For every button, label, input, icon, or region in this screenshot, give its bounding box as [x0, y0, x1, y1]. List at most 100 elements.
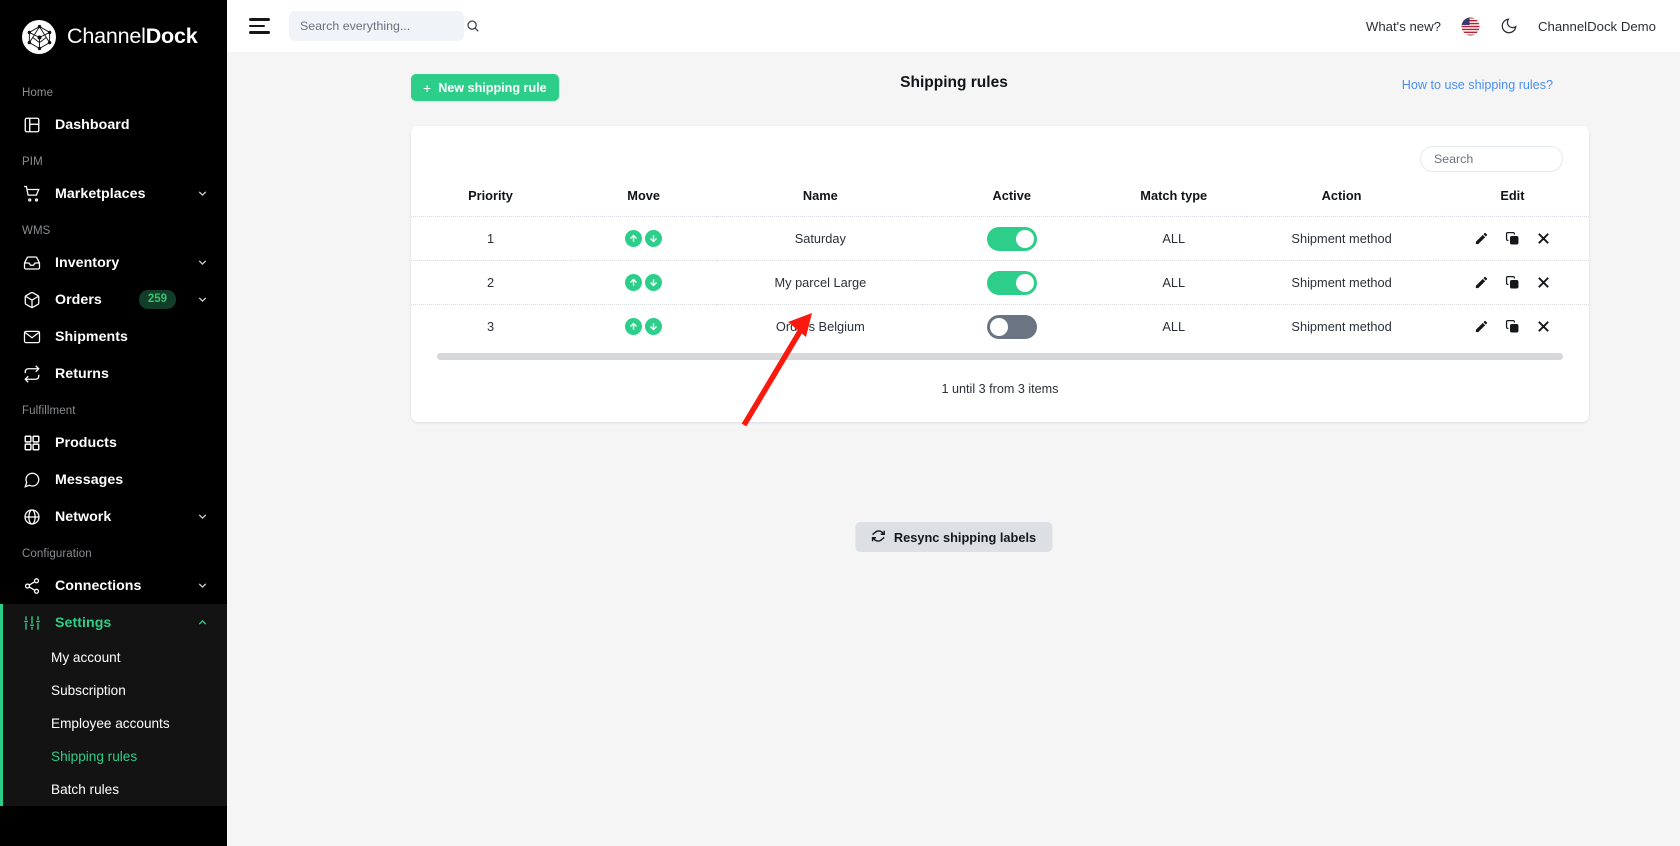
arrow-down-circle-icon[interactable] [645, 274, 663, 291]
sidebar-section-pim: PIM [22, 156, 43, 168]
active-toggle[interactable] [986, 314, 1037, 339]
active-toggle[interactable] [986, 270, 1037, 295]
brand-name-light: Channel [67, 24, 146, 49]
cell-name: Orders Belgium [717, 304, 924, 349]
sidebar-item-network[interactable]: Network [0, 498, 227, 535]
cell-edit [1435, 304, 1589, 349]
copy-duplicate-icon[interactable] [1505, 319, 1520, 334]
close-x-icon[interactable] [1536, 319, 1551, 334]
sidebar-item-label: Connections [55, 577, 142, 594]
chat-bubble-icon [22, 470, 41, 489]
sidebar-item-messages[interactable]: Messages [0, 461, 227, 498]
hamburger-menu-icon[interactable] [249, 17, 273, 35]
cell-active [923, 260, 1101, 305]
close-x-icon[interactable] [1536, 231, 1551, 246]
global-search-box[interactable] [289, 11, 479, 41]
box-icon [22, 290, 41, 309]
table-body: 1 Saturday ALL Shipment method 2 My parc… [411, 216, 1589, 349]
shopping-cart-icon [22, 184, 41, 203]
cell-name: Saturday [717, 216, 924, 261]
cell-priority: 3 [411, 304, 571, 349]
pencil-edit-icon[interactable] [1474, 319, 1489, 334]
cell-action: Shipment method [1247, 260, 1436, 305]
sidebar-item-shipments[interactable]: Shipments [0, 318, 227, 355]
cell-name: My parcel Large [717, 260, 924, 305]
account-name[interactable]: ChannelDock Demo [1538, 19, 1656, 34]
copy-duplicate-icon[interactable] [1505, 231, 1520, 246]
chevron-down-icon[interactable] [196, 510, 209, 523]
cell-move [570, 304, 718, 349]
shipping-rules-table: Priority Move Name Active Match type Act… [411, 182, 1589, 349]
whats-new-link[interactable]: What's new? [1366, 19, 1441, 34]
arrow-down-circle-icon[interactable] [645, 318, 663, 336]
table-row[interactable]: 1 Saturday ALL Shipment method [411, 216, 1589, 261]
cell-priority: 2 [411, 260, 571, 305]
sidebar-item-label: Returns [55, 365, 109, 382]
brand-name: ChannelDock [67, 24, 198, 49]
chevron-down-icon[interactable] [196, 256, 209, 269]
sidebar: ChannelDock Home Dashboard PIM Marketpla… [0, 0, 227, 846]
refresh-sync-icon [871, 529, 885, 546]
resync-shipping-labels-button[interactable]: Resync shipping labels [854, 522, 1053, 552]
sidebar-item-inventory[interactable]: Inventory [0, 244, 227, 281]
sidebar-item-label: Orders [55, 291, 102, 308]
moon-dark-mode-icon[interactable] [1500, 17, 1518, 35]
cell-active [923, 216, 1101, 261]
pencil-edit-icon[interactable] [1474, 275, 1489, 290]
magnifier-icon[interactable] [466, 19, 480, 33]
chevron-down-icon[interactable] [196, 293, 209, 306]
sidebar-item-returns[interactable]: Returns [0, 355, 227, 392]
return-arrows-icon [22, 364, 41, 383]
chevron-down-icon[interactable] [196, 579, 209, 592]
sidebar-subitem-employee-accounts[interactable]: Employee accounts [3, 707, 227, 740]
pencil-edit-icon[interactable] [1474, 231, 1489, 246]
sidebar-item-settings[interactable]: Settings [3, 604, 227, 641]
arrow-up-circle-icon[interactable] [625, 274, 643, 291]
column-header-name: Name [802, 188, 838, 203]
search-input[interactable] [300, 19, 460, 33]
resync-label: Resync shipping labels [893, 529, 1037, 545]
sidebar-item-label: Settings [55, 614, 112, 631]
sidebar-item-dashboard[interactable]: Dashboard [0, 106, 227, 143]
cell-active [923, 304, 1101, 349]
sidebar-item-products[interactable]: Products [0, 424, 227, 461]
table-row[interactable]: 2 My parcel Large ALL Shipment method [411, 260, 1589, 305]
globe-icon [22, 507, 41, 526]
close-x-icon[interactable] [1536, 275, 1551, 290]
sidebar-item-marketplaces[interactable]: Marketplaces [0, 175, 227, 212]
sidebar-subitem-batch-rules[interactable]: Batch rules [3, 773, 227, 806]
scrollbar-thumb[interactable] [437, 352, 1563, 360]
sidebar-item-connections[interactable]: Connections [0, 567, 227, 604]
sidebar-section-home: Home [22, 87, 54, 99]
sidebar-item-label: Marketplaces [55, 185, 146, 202]
copy-duplicate-icon[interactable] [1505, 275, 1520, 290]
arrow-down-circle-icon[interactable] [645, 230, 663, 247]
cell-edit [1435, 216, 1589, 261]
toggle-knob [989, 317, 1008, 336]
main-area: What's new? [227, 0, 1680, 846]
us-flag-icon[interactable] [1461, 16, 1480, 36]
sidebar-subitem-subscription[interactable]: Subscription [3, 674, 227, 707]
chevron-up-icon[interactable] [196, 616, 209, 629]
sidebar-subitem-shipping-rules[interactable]: Shipping rules [3, 740, 227, 773]
layout-dashboard-icon [22, 115, 41, 134]
chevron-down-icon[interactable] [196, 187, 209, 200]
page-title: Shipping rules [900, 74, 1008, 91]
table-search-input[interactable] [1420, 146, 1563, 172]
sidebar-item-label: Messages [55, 471, 124, 488]
cell-match-type: ALL [1100, 260, 1248, 305]
sidebar-item-orders[interactable]: Orders 259 [0, 281, 227, 318]
column-header-priority: Priority [468, 188, 513, 203]
how-to-use-shipping-rules-link[interactable]: How to use shipping rules? [1402, 78, 1553, 92]
table-horizontal-scrollbar[interactable] [437, 352, 1563, 360]
active-toggle[interactable] [986, 226, 1037, 251]
arrow-up-circle-icon[interactable] [625, 230, 643, 247]
brand-logo-area[interactable]: ChannelDock [0, 0, 227, 58]
cell-match-type: ALL [1100, 304, 1248, 349]
arrow-up-circle-icon[interactable] [625, 318, 643, 336]
table-row[interactable]: 3 Orders Belgium ALL Shipment method [411, 304, 1589, 349]
table-head: Priority Move Name Active Match type Act… [411, 182, 1589, 217]
sidebar-item-label: Shipments [55, 328, 128, 345]
sidebar-subitem-my-account[interactable]: My account [3, 641, 227, 674]
sidebar-section-fulfillment: Fulfillment [22, 405, 76, 417]
